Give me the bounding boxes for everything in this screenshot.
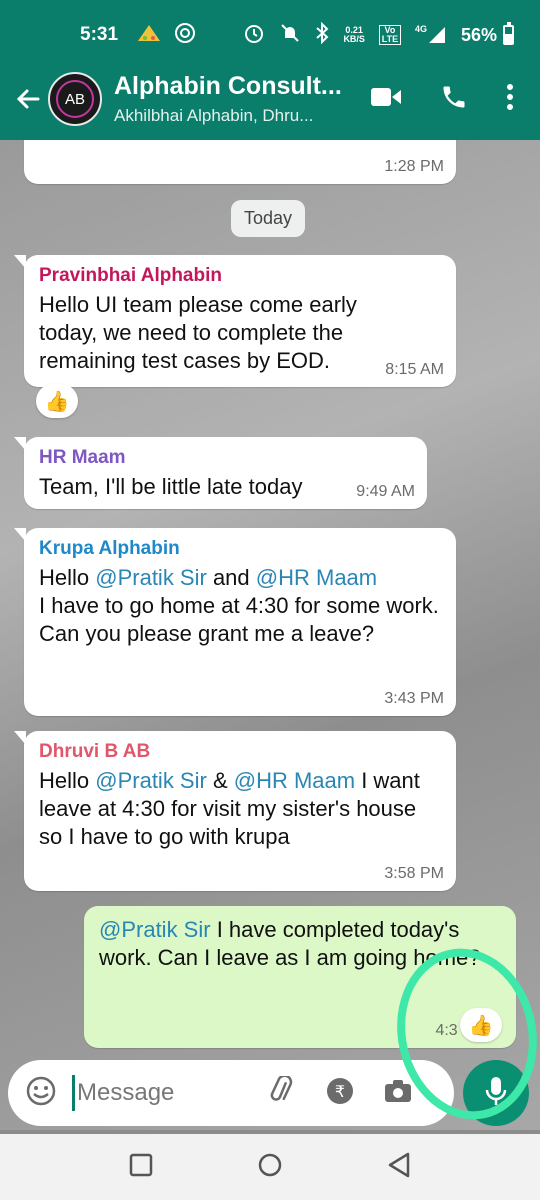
chat-title-block[interactable]: Alphabin Consult... Akhilbhai Alphabin, … bbox=[114, 72, 370, 126]
battery-level: 56% bbox=[460, 24, 497, 45]
text-part: and bbox=[206, 565, 256, 590]
text-part: I have to go home at 4:30 for some work. bbox=[39, 593, 439, 618]
chat-members: Akhilbhai Alphabin, Dhru... bbox=[114, 106, 314, 125]
sender-name: HR Maam bbox=[39, 447, 126, 468]
message-text: Hello UI team please come early today, w… bbox=[39, 292, 357, 373]
mention-link[interactable]: @HR Maam bbox=[256, 565, 377, 590]
video-call-icon[interactable] bbox=[370, 86, 402, 113]
message-bubble[interactable]: Dhruvi B AB Hello @Pratik Sir & @HR Maam… bbox=[14, 731, 456, 891]
back-arrow-icon[interactable] bbox=[8, 79, 48, 119]
header-actions bbox=[370, 83, 514, 116]
battery-icon bbox=[503, 22, 514, 45]
mic-button[interactable] bbox=[463, 1060, 529, 1126]
signal-icon: 4G bbox=[415, 25, 447, 45]
reaction-thumbs-up-icon[interactable]: 👍 bbox=[36, 384, 78, 418]
sender-name: Krupa Alphabin bbox=[39, 538, 180, 559]
bluetooth-icon bbox=[315, 21, 329, 49]
avatar-logo: AB bbox=[56, 80, 94, 118]
alarm-icon bbox=[243, 22, 265, 49]
volte-badge: Vo LTE bbox=[378, 25, 401, 45]
message-time: 1:28 PM bbox=[384, 158, 444, 175]
payment-rupee-icon[interactable]: ₹ bbox=[326, 1077, 354, 1110]
partial-message[interactable]: 1:28 PM bbox=[24, 140, 456, 184]
status-time: 5:31 bbox=[80, 24, 119, 45]
message-time: 3:43 PM bbox=[384, 690, 444, 707]
message-time: 3:58 PM bbox=[384, 865, 444, 882]
message-input[interactable] bbox=[72, 1075, 252, 1111]
mention-link[interactable]: @HR Maam bbox=[234, 768, 355, 793]
message-bubble[interactable]: HR Maam Team, I'll be little late today … bbox=[14, 437, 427, 509]
message-text: Hello @Pratik Sir and @HR Maam I have to… bbox=[39, 564, 442, 648]
mute-icon bbox=[279, 22, 301, 49]
composer-actions: ₹ bbox=[268, 1074, 412, 1111]
voice-call-icon[interactable] bbox=[440, 83, 468, 116]
net-speed-unit: KB/S bbox=[343, 34, 365, 44]
mention-link[interactable]: @Pratik Sir bbox=[95, 565, 207, 590]
message-text: @Pratik Sir I have completed today's wor… bbox=[99, 916, 499, 972]
date-chip: Today bbox=[231, 200, 306, 237]
text-part: Can you please grant me a leave? bbox=[39, 621, 375, 646]
message-composer: ₹ bbox=[8, 1060, 454, 1126]
more-options-icon[interactable] bbox=[506, 83, 514, 116]
status-left-icons bbox=[136, 22, 196, 49]
signal-label: 4G bbox=[414, 24, 427, 34]
chat-area[interactable]: 1:28 PM Today Pravinbhai Alphabin Hello … bbox=[0, 140, 540, 1130]
chrome-icon bbox=[174, 22, 196, 49]
recents-square-icon[interactable] bbox=[129, 1153, 153, 1182]
mention-link[interactable]: @Pratik Sir bbox=[95, 768, 207, 793]
microphone-icon bbox=[485, 1076, 507, 1111]
app-notification-icon bbox=[136, 23, 162, 48]
sender-name: Pravinbhai Alphabin bbox=[39, 265, 222, 286]
chat-title: Alphabin Consult... bbox=[114, 72, 342, 100]
message-text: Hello @Pratik Sir & @HR Maam I want leav… bbox=[39, 767, 444, 851]
attach-icon[interactable] bbox=[268, 1074, 296, 1111]
camera-icon[interactable] bbox=[384, 1079, 412, 1108]
text-part: Hello bbox=[39, 768, 96, 793]
group-avatar[interactable]: AB bbox=[48, 72, 102, 126]
back-triangle-icon[interactable] bbox=[387, 1152, 411, 1183]
battery: 56% bbox=[460, 22, 514, 46]
emoji-icon[interactable] bbox=[26, 1076, 56, 1111]
home-circle-icon[interactable] bbox=[257, 1152, 283, 1183]
net-speed: 0.21 KB/S bbox=[343, 26, 365, 44]
mention-link[interactable]: @Pratik Sir bbox=[99, 917, 211, 942]
text-part: & bbox=[206, 768, 234, 793]
chat-header: AB Alphabin Consult... Akhilbhai Alphabi… bbox=[0, 58, 540, 140]
message-time: 8:15 AM bbox=[385, 361, 444, 378]
svg-text:₹: ₹ bbox=[335, 1082, 345, 1101]
message-bubble[interactable]: Pravinbhai Alphabin Hello UI team please… bbox=[14, 255, 456, 387]
sender-name: Dhruvi B AB bbox=[39, 741, 151, 762]
reaction-thumbs-up-icon[interactable]: 👍 bbox=[460, 1008, 502, 1042]
outgoing-message-bubble[interactable]: @Pratik Sir I have completed today's wor… bbox=[84, 906, 516, 1048]
system-nav-bar bbox=[0, 1134, 540, 1200]
message-bubble[interactable]: Krupa Alphabin Hello @Pratik Sir and @HR… bbox=[14, 528, 456, 716]
message-time: 9:49 AM bbox=[356, 483, 415, 500]
text-part: Hello bbox=[39, 565, 96, 590]
